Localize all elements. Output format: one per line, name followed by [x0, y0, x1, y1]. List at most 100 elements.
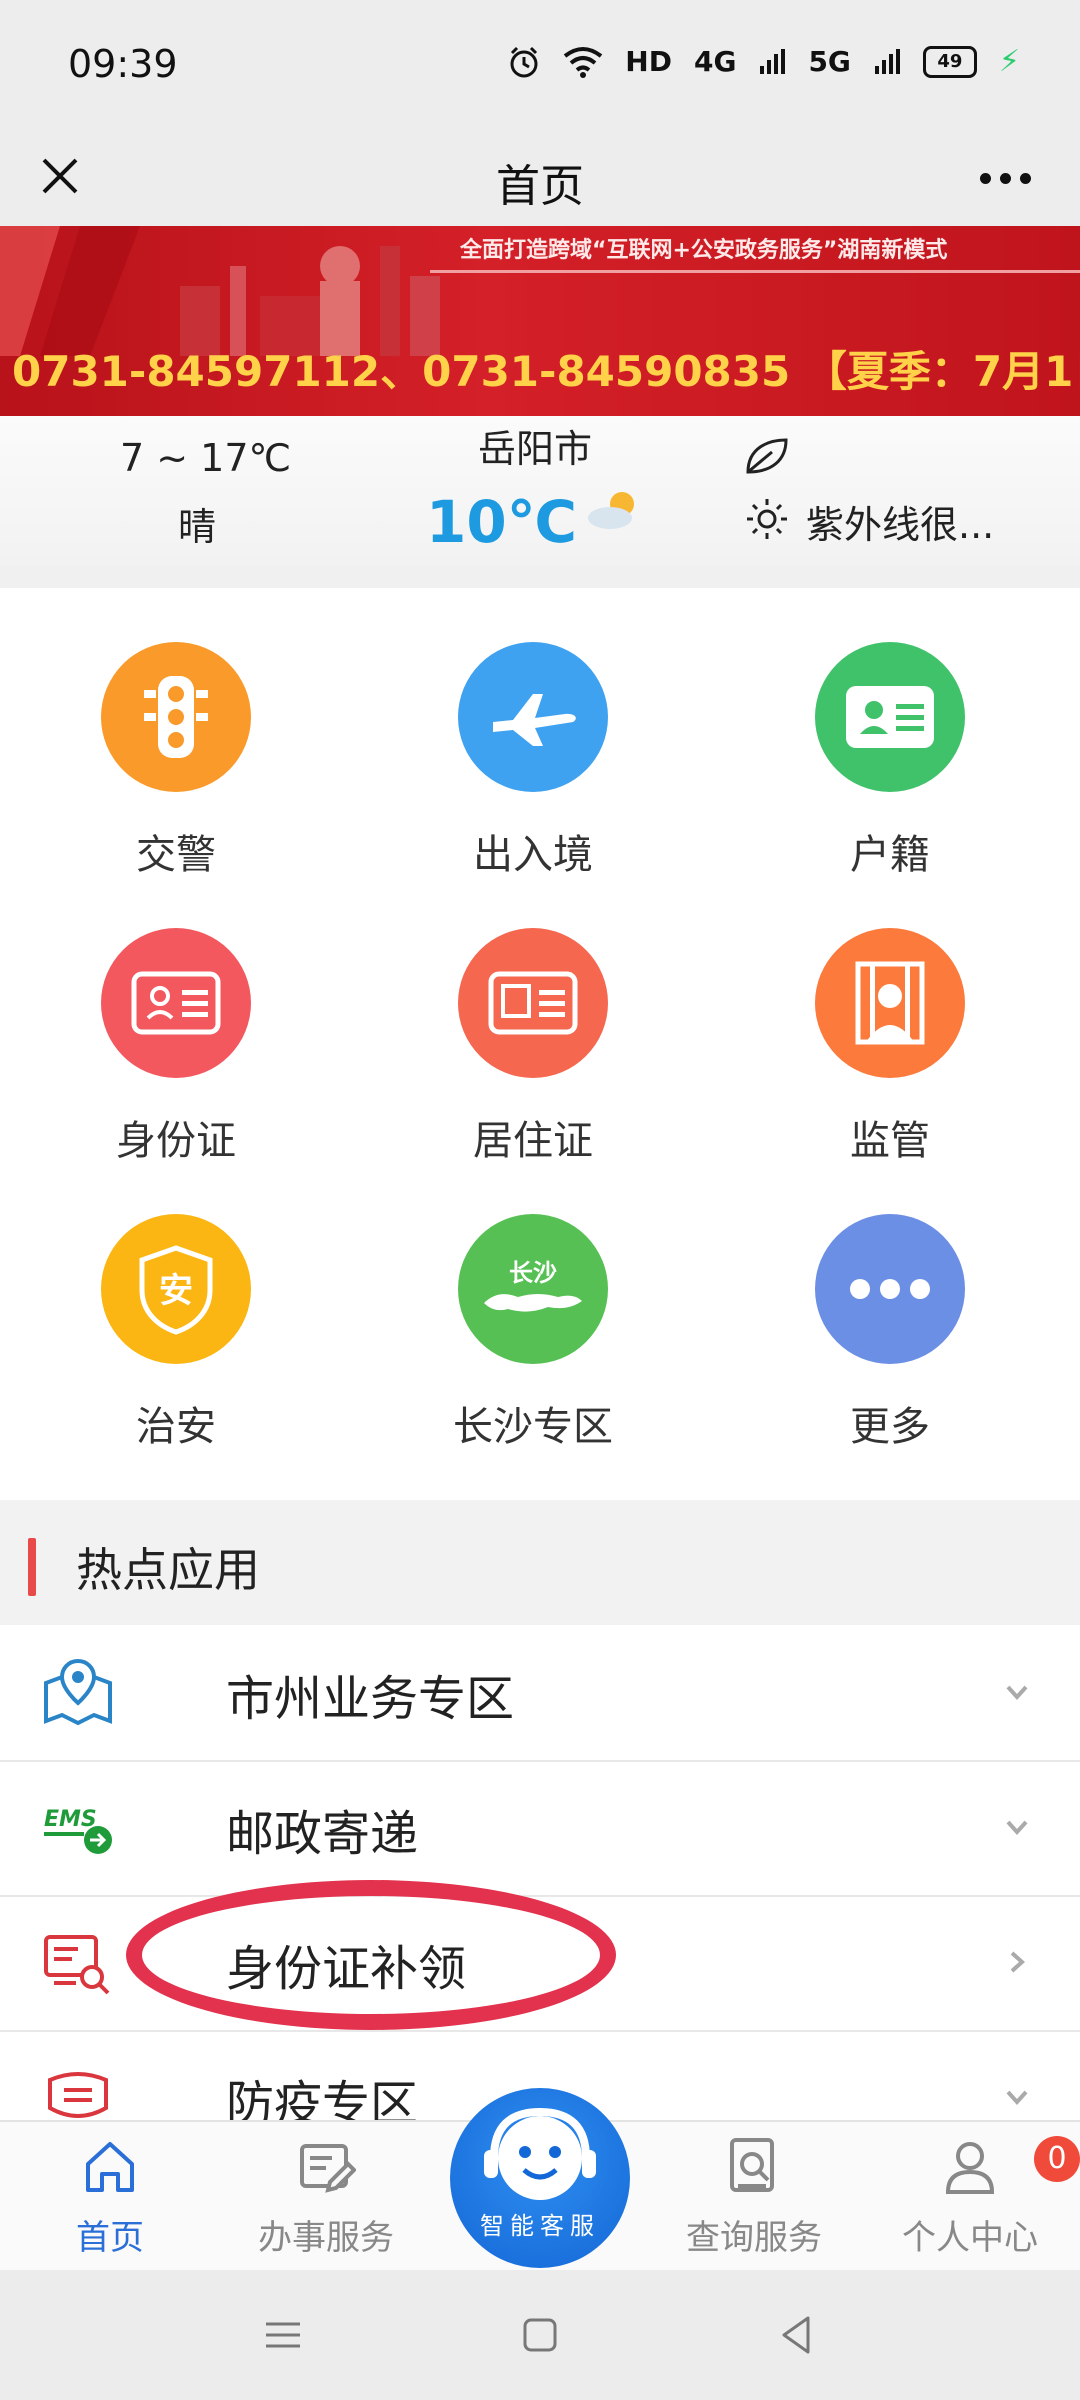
uv-index: 紫外线很...	[806, 503, 995, 547]
current-temperature: 10℃	[426, 488, 577, 556]
banner-divider	[430, 270, 1080, 273]
grid-label: 治安	[136, 1404, 216, 1450]
traffic-light-icon	[101, 642, 251, 792]
back-icon[interactable]	[772, 2310, 822, 2360]
tab-home[interactable]: 首页	[10, 2122, 210, 2272]
grid-label: 居住证	[473, 1118, 593, 1164]
prison-icon	[815, 928, 965, 1078]
sun-icon	[747, 499, 787, 539]
grid-label: 长沙专区	[453, 1404, 613, 1450]
grid-item-household[interactable]: 户籍	[740, 642, 1040, 902]
grid-item-public-security[interactable]: 安 治安	[26, 1214, 326, 1474]
status-icons: HD 4G 5G 49 ⚡	[507, 44, 1020, 79]
chevron-down-icon	[1006, 1820, 1028, 1835]
grid-label: 出入境	[473, 832, 593, 878]
dot	[1000, 172, 1011, 184]
chevron-down-icon	[1006, 2090, 1028, 2105]
notification-badge: 0	[1034, 2136, 1080, 2182]
banner-ticker: 0731-84597112、0731-84590835 【夏季：7月1日	[12, 347, 1080, 396]
residence-card-icon	[458, 928, 608, 1078]
grid-item-residence-permit[interactable]: 居住证	[383, 928, 683, 1188]
grid-item-traffic-police[interactable]: 交警	[26, 642, 326, 902]
service-grid: 交警 出入境 户籍 身份证 居住证 监管 安 治安 长沙 长沙专区 更多	[0, 588, 1080, 1500]
status-bar: 09:39 HD 4G 5G 49 ⚡	[0, 0, 1080, 128]
grid-label: 身份证	[116, 1118, 236, 1164]
system-navigation-bar	[0, 2270, 1080, 2400]
list-label: 市州业务专区	[226, 1671, 515, 1727]
dot	[980, 172, 991, 184]
tab-services[interactable]: 办事服务	[226, 2122, 426, 2272]
home-icon	[86, 2142, 134, 2192]
weather-panel: 7 ~ 17℃ 晴 岳阳市 10℃ 紫外线很...	[0, 416, 1080, 566]
map-pin-icon	[44, 1658, 112, 1726]
grid-label: 更多	[850, 1404, 930, 1450]
grid-label: 监管	[850, 1118, 930, 1164]
menu-icon[interactable]	[258, 2310, 308, 2360]
search-document-icon	[730, 2138, 774, 2192]
title-bar: 首页	[0, 128, 1080, 226]
divider	[0, 566, 1080, 588]
id-card-icon	[815, 642, 965, 792]
banner-slogan: 全面打造跨域“互联网+公安政务服务”湖南新模式	[460, 238, 948, 263]
ems-icon: EMS	[44, 1807, 112, 1854]
network-label: HD	[625, 45, 672, 78]
user-icon	[945, 2142, 995, 2194]
grid-item-changsha-zone[interactable]: 长沙 长沙专区	[383, 1214, 683, 1474]
grid-label: 交警	[136, 832, 216, 878]
section-title: 热点应用	[76, 1543, 260, 1597]
page-title: 首页	[496, 161, 584, 212]
alarm-icon	[510, 46, 538, 77]
signal-5g-label: 5G	[808, 45, 851, 78]
signal-bars-icon	[874, 48, 900, 74]
list-label: 防疫专区	[226, 2076, 419, 2120]
identity-card-icon	[101, 928, 251, 1078]
temperature-range: 7 ~ 17℃	[120, 436, 292, 480]
more-menu-button[interactable]	[980, 158, 1040, 198]
mask-icon	[48, 2072, 108, 2118]
status-time: 09:39	[68, 42, 178, 86]
grid-item-exit-entry[interactable]: 出入境	[383, 642, 683, 902]
edit-document-icon	[300, 2144, 356, 2193]
list-item-city-business[interactable]: 市州业务专区	[0, 1625, 1080, 1762]
signal-4g-label: 4G	[693, 45, 737, 78]
shield-icon: 安	[101, 1214, 251, 1364]
tab-label: 办事服务	[258, 2218, 394, 2258]
battery-icon: 49	[922, 45, 977, 78]
grid-item-more[interactable]: 更多	[740, 1214, 1040, 1474]
hot-apps-list: 市州业务专区 EMS 邮政寄递 身份证补领 防疫专区	[0, 1625, 1080, 2120]
smart-assistant-button[interactable]: 智能客服	[450, 2088, 630, 2268]
leaf-icon	[746, 438, 788, 474]
id-search-icon	[44, 1935, 110, 1995]
customer-service-icon	[484, 2107, 596, 2200]
signal-bars-icon	[760, 48, 786, 74]
annotation-ellipse	[126, 1880, 616, 2030]
svg-text:长沙: 长沙	[509, 1259, 557, 1287]
chevron-right-icon	[1010, 1951, 1025, 1973]
tab-label: 查询服务	[686, 2218, 822, 2258]
tab-query[interactable]: 查询服务	[654, 2122, 854, 2272]
dot	[1020, 172, 1031, 184]
changsha-icon: 长沙	[458, 1214, 608, 1364]
wifi-icon	[564, 46, 603, 78]
city-name: 岳阳市	[478, 427, 593, 471]
svg-text:安: 安	[159, 1271, 193, 1311]
tab-label: 首页	[76, 2218, 144, 2258]
svg-text:EMS: EMS	[44, 1807, 97, 1832]
hot-apps-header: 热点应用	[0, 1500, 1080, 1625]
list-label: 邮政寄递	[226, 1806, 419, 1862]
tab-label: 个人中心	[902, 2218, 1038, 2258]
grid-item-id-card[interactable]: 身份证	[26, 928, 326, 1188]
grid-item-supervision[interactable]: 监管	[740, 928, 1040, 1188]
smart-assistant-label: 智能客服	[480, 2212, 600, 2240]
grid-label: 户籍	[850, 832, 930, 878]
home-square-icon[interactable]	[515, 2310, 565, 2360]
list-item-postal-delivery[interactable]: EMS 邮政寄递	[0, 1760, 1080, 1897]
chevron-down-icon	[1006, 1685, 1028, 1700]
charging-icon: ⚡	[998, 44, 1020, 79]
section-marker	[28, 1538, 36, 1596]
airplane-icon	[458, 642, 608, 792]
weather-condition: 晴	[178, 505, 217, 549]
partly-cloudy-icon	[588, 492, 634, 529]
more-icon	[815, 1214, 965, 1364]
banner[interactable]: 全面打造跨域“互联网+公安政务服务”湖南新模式 0731-84597112、07…	[0, 226, 1080, 416]
